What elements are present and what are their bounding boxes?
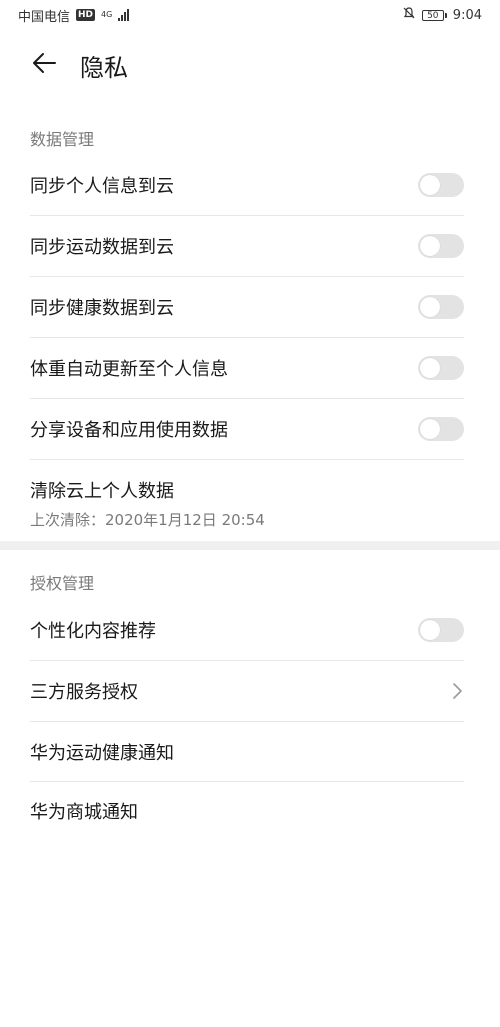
status-right: 50 9:04	[402, 6, 482, 24]
network-type: 4G	[101, 10, 113, 19]
row-label: 个性化内容推荐	[30, 621, 156, 642]
share-usage-data-toggle[interactable]	[418, 417, 464, 441]
status-left: 中国电信 HD 4G	[18, 6, 130, 25]
row-huawei-mall-notify[interactable]: 华为商城通知	[30, 788, 464, 834]
sync-sport-data-toggle[interactable]	[418, 234, 464, 258]
weight-auto-update-toggle[interactable]	[418, 356, 464, 380]
section-label-auth: 授权管理	[30, 574, 95, 593]
arrow-left-icon	[31, 49, 59, 81]
row-weight-auto-update[interactable]: 体重自动更新至个人信息	[30, 345, 464, 391]
divider	[30, 721, 464, 722]
last-cleared-text: 上次清除：2020年1月12日 20:54	[30, 511, 265, 529]
row-label: 体重自动更新至个人信息	[30, 359, 228, 380]
row-label: 分享设备和应用使用数据	[30, 420, 228, 441]
app-header: 隐私	[0, 40, 500, 90]
row-label: 同步个人信息到云	[30, 176, 174, 197]
battery-icon: 50	[421, 9, 447, 21]
privacy-screen: 中国电信 HD 4G 50 9:04 隐私 数据管理 同步个人信息到云 同步运动…	[0, 0, 500, 1027]
section-label-data: 数据管理	[30, 130, 95, 149]
row-label: 华为商城通知	[30, 802, 138, 823]
row-third-party-auth[interactable]: 三方服务授权	[30, 668, 464, 714]
battery-level: 50	[421, 9, 444, 21]
row-label: 清除云上个人数据	[30, 481, 174, 502]
row-sync-personal-info[interactable]: 同步个人信息到云	[30, 162, 464, 208]
sync-personal-info-toggle[interactable]	[418, 173, 464, 197]
clock: 9:04	[452, 7, 482, 23]
row-label: 华为运动健康通知	[30, 743, 174, 764]
signal-icon	[118, 9, 130, 21]
row-label: 同步运动数据到云	[30, 237, 174, 258]
row-label: 同步健康数据到云	[30, 298, 174, 319]
divider	[30, 781, 464, 782]
row-share-usage-data[interactable]: 分享设备和应用使用数据	[30, 406, 464, 452]
divider	[30, 660, 464, 661]
divider	[30, 337, 464, 338]
back-button[interactable]	[20, 40, 70, 90]
row-sync-health-data[interactable]: 同步健康数据到云	[30, 284, 464, 330]
hd-badge: HD	[76, 9, 96, 21]
divider	[30, 459, 464, 460]
sync-health-data-toggle[interactable]	[418, 295, 464, 319]
personalized-content-toggle[interactable]	[418, 618, 464, 642]
row-clear-cloud-data[interactable]: 清除云上个人数据 上次清除：2020年1月12日 20:54	[30, 477, 464, 530]
row-huawei-health-notify[interactable]: 华为运动健康通知	[30, 729, 464, 775]
divider	[30, 398, 464, 399]
status-bar: 中国电信 HD 4G 50 9:04	[0, 0, 500, 30]
divider	[30, 276, 464, 277]
page-title: 隐私	[80, 53, 128, 82]
row-sync-sport-data[interactable]: 同步运动数据到云	[30, 223, 464, 269]
chevron-right-icon	[450, 682, 464, 700]
section-gap	[0, 541, 500, 550]
row-label: 三方服务授权	[30, 682, 138, 703]
row-personalized-content[interactable]: 个性化内容推荐	[30, 607, 464, 653]
mute-bell-icon	[402, 6, 416, 24]
divider	[30, 215, 464, 216]
carrier-name: 中国电信	[18, 9, 71, 25]
